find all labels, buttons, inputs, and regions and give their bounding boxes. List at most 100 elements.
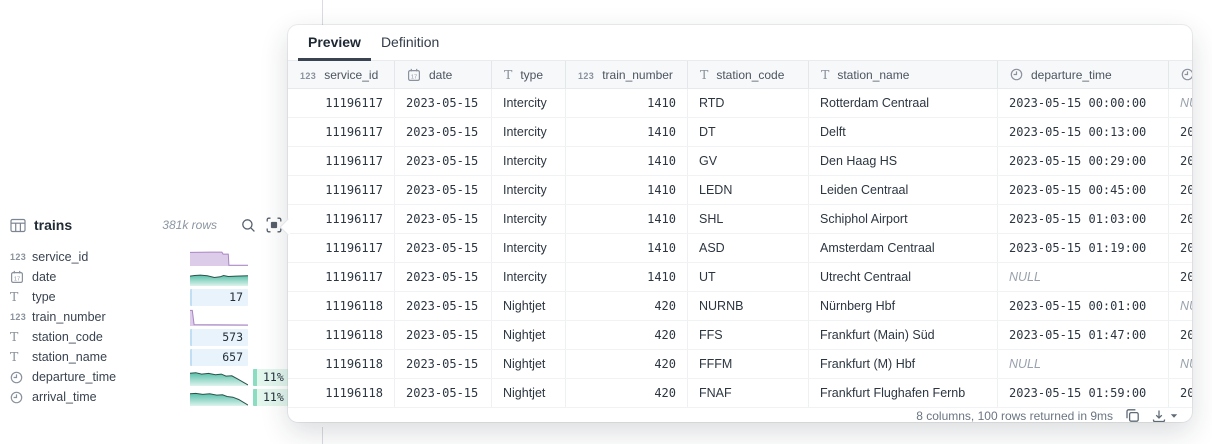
column-sparkline	[190, 309, 248, 326]
tab-preview[interactable]: Preview	[298, 25, 371, 61]
cell-departure_time: 2023-05-15 00:00:00	[997, 89, 1168, 117]
table-row: 111961172023-05-15Intercity1410SHLSchiph…	[288, 205, 1192, 234]
cell-arrival_time: NULL	[1168, 350, 1192, 378]
search-icon[interactable]	[241, 218, 256, 233]
cell-departure_time: 2023-05-15 01:47:00	[997, 321, 1168, 349]
cell-service_id: 11196117	[288, 234, 394, 262]
table-row: 111961182023-05-15Nightjet420NURNBNürnbe…	[288, 292, 1192, 321]
cell-station_name: Delft	[808, 118, 997, 146]
cell-arrival_time: 20	[1168, 118, 1192, 146]
cell-station_name: Frankfurt Flughafen Fernb	[808, 379, 997, 407]
column-sparkline	[190, 249, 248, 266]
cell-station_name: Amsterdam Centraal	[808, 234, 997, 262]
clock-type-icon	[10, 371, 32, 384]
column-header-station_code[interactable]: Tstation_code	[687, 61, 808, 88]
sidebar-column-station_name[interactable]: Tstation_name657	[0, 347, 320, 367]
table-row: 111961172023-05-15Intercity1410UTUtrecht…	[288, 263, 1192, 292]
column-label: station_name	[837, 68, 909, 82]
sidebar-column-service_id[interactable]: 123service_id	[0, 247, 320, 267]
trains-table-header[interactable]: trains 381k rows	[0, 210, 292, 240]
cell-station_code: ASD	[687, 234, 808, 262]
cell-date: 2023-05-15	[394, 205, 491, 233]
cell-date: 2023-05-15	[394, 292, 491, 320]
download-group[interactable]	[1152, 409, 1178, 423]
text-type-icon: T	[10, 331, 32, 344]
cell-date: 2023-05-15	[394, 263, 491, 291]
row-count: 381k rows	[162, 218, 217, 232]
trains-table-panel: trains 381k rows 123service_id17dateTtyp…	[0, 210, 320, 407]
cell-station_name: Schiphol Airport	[808, 205, 997, 233]
tab-definition[interactable]: Definition	[371, 25, 449, 61]
column-sparkline	[190, 389, 248, 406]
cell-type: Nightjet	[491, 350, 565, 378]
table-name: trains	[34, 217, 72, 233]
cell-station_name: Leiden Centraal	[808, 176, 997, 204]
column-header-arrival_time[interactable]: arrival_time	[1168, 61, 1192, 88]
123-type-icon: 123	[578, 68, 594, 82]
text-type-icon: T	[821, 68, 829, 82]
text-type-icon: T	[504, 68, 512, 82]
cell-station_name: Den Haag HS	[808, 147, 997, 175]
table-grid-icon	[10, 218, 26, 233]
cell-arrival_time: 20	[1168, 263, 1192, 291]
cell-station_code: RTD	[687, 89, 808, 117]
column-name: departure_time	[32, 370, 116, 384]
sidebar-column-departure_time[interactable]: departure_time11%	[0, 367, 320, 387]
cell-station_code: NURNB	[687, 292, 808, 320]
cell-station_name: Utrecht Centraal	[808, 263, 997, 291]
cell-service_id: 11196118	[288, 321, 394, 349]
table-row: 111961172023-05-15Intercity1410ASDAmster…	[288, 234, 1192, 263]
caret-down-icon[interactable]	[1170, 413, 1178, 419]
popup-footer: 8 columns, 100 rows returned in 9ms	[288, 408, 1192, 422]
sidebar-column-station_code[interactable]: Tstation_code 573	[0, 327, 320, 347]
cell-departure_time: 2023-05-15 00:29:00	[997, 147, 1168, 175]
distinct-count-box: 573	[190, 329, 248, 346]
column-header-train_number[interactable]: 123train_number	[565, 61, 687, 88]
cell-station_name: Frankfurt (Main) Süd	[808, 321, 997, 349]
cell-station_name: Frankfurt (M) Hbf	[808, 350, 997, 378]
sidebar-column-arrival_time[interactable]: arrival_time11%	[0, 387, 320, 407]
column-header-service_id[interactable]: 123service_id	[288, 61, 394, 88]
cell-type: Intercity	[491, 118, 565, 146]
copy-icon[interactable]	[1125, 408, 1140, 422]
column-label: departure_time	[1031, 68, 1112, 82]
calendar-type-icon: 17	[407, 68, 421, 82]
cell-departure_time: 2023-05-15 00:13:00	[997, 118, 1168, 146]
sidebar-column-train_number[interactable]: 123train_number	[0, 307, 320, 327]
cell-arrival_time: 20	[1168, 321, 1192, 349]
distinct-count-box: 17	[190, 289, 248, 306]
column-name: station_code	[32, 330, 103, 344]
clock-type-icon	[1181, 68, 1192, 81]
cell-date: 2023-05-15	[394, 350, 491, 378]
cell-station_code: FNAF	[687, 379, 808, 407]
cell-type: Nightjet	[491, 292, 565, 320]
cell-departure_time: NULL	[997, 350, 1168, 378]
cell-type: Intercity	[491, 89, 565, 117]
cell-date: 2023-05-15	[394, 89, 491, 117]
text-type-icon: T	[10, 291, 32, 304]
cell-train_number: 1410	[565, 234, 687, 262]
column-header-type[interactable]: Ttype	[491, 61, 565, 88]
cell-type: Intercity	[491, 205, 565, 233]
sidebar-column-type[interactable]: Ttype 17	[0, 287, 320, 307]
cell-service_id: 11196117	[288, 147, 394, 175]
pane-divider-bottom	[322, 427, 323, 444]
column-sparkline	[190, 369, 248, 386]
cell-departure_time: 2023-05-15 00:45:00	[997, 176, 1168, 204]
column-header-date[interactable]: 17date	[394, 61, 491, 88]
cell-train_number: 1410	[565, 205, 687, 233]
cell-arrival_time: NULL	[1168, 89, 1192, 117]
cell-type: Intercity	[491, 147, 565, 175]
sidebar-column-date[interactable]: 17date	[0, 267, 320, 287]
column-header-departure_time[interactable]: departure_time	[997, 61, 1168, 88]
column-list: 123service_id17dateTtype17123train_numbe…	[0, 247, 320, 407]
123-type-icon: 123	[10, 313, 32, 322]
download-icon[interactable]	[1152, 409, 1166, 423]
column-name: type	[32, 290, 56, 304]
cell-station_code: DT	[687, 118, 808, 146]
cell-station_code: GV	[687, 147, 808, 175]
column-header-station_name[interactable]: Tstation_name	[808, 61, 997, 88]
column-name: train_number	[32, 310, 106, 324]
cell-service_id: 11196118	[288, 379, 394, 407]
svg-text:17: 17	[411, 74, 417, 80]
